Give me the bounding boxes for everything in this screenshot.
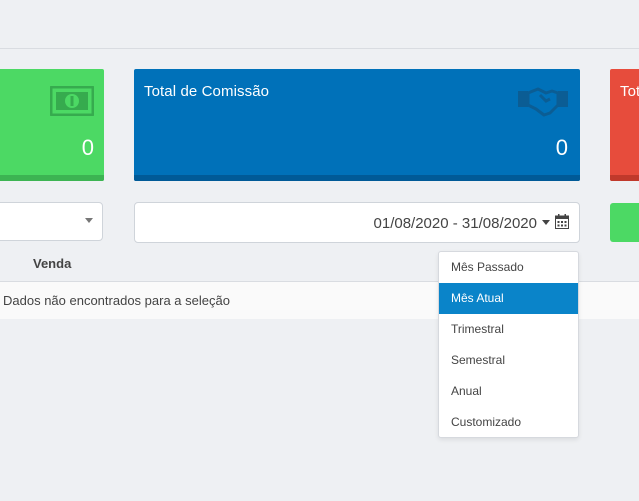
dropdown-item-semestral[interactable]: Semestral bbox=[439, 345, 578, 376]
handshake-icon bbox=[516, 85, 570, 124]
card-commission: Total de Comissão 0 bbox=[134, 69, 580, 181]
dropdown-item-customizado[interactable]: Customizado bbox=[439, 407, 578, 438]
card-third-title: Tot bbox=[620, 83, 639, 100]
card-commission-value: 0 bbox=[555, 135, 568, 160]
date-range-dropdown: Mês Passado Mês Atual Trimestral Semestr… bbox=[438, 251, 579, 438]
dropdown-item-mes-passado[interactable]: Mês Passado bbox=[439, 252, 578, 283]
caret-down-icon bbox=[542, 220, 550, 225]
dropdown-item-trimestral[interactable]: Trimestral bbox=[439, 314, 578, 345]
calendar-icon bbox=[555, 214, 569, 234]
dropdown-item-anual[interactable]: Anual bbox=[439, 376, 578, 407]
date-range-text: 01/08/2020 - 31/08/2020 bbox=[373, 215, 537, 232]
dropdown-item-mes-atual[interactable]: Mês Atual bbox=[439, 283, 578, 314]
card-commission-title: Total de Comissão bbox=[144, 83, 270, 100]
caret-down-icon bbox=[85, 218, 93, 223]
column-header-venda[interactable]: Venda bbox=[33, 256, 71, 271]
filter-select[interactable] bbox=[0, 202, 103, 241]
card-sales: 0 bbox=[0, 69, 104, 181]
card-third: Tot bbox=[610, 69, 639, 181]
empty-message: Dados não encontrados para a seleção bbox=[3, 293, 230, 308]
money-bill-icon bbox=[49, 85, 95, 121]
header-divider bbox=[0, 48, 639, 49]
card-sales-value: 0 bbox=[81, 135, 94, 160]
date-range-input[interactable]: 01/08/2020 - 31/08/2020 bbox=[134, 202, 580, 243]
green-action-button[interactable] bbox=[610, 203, 639, 242]
